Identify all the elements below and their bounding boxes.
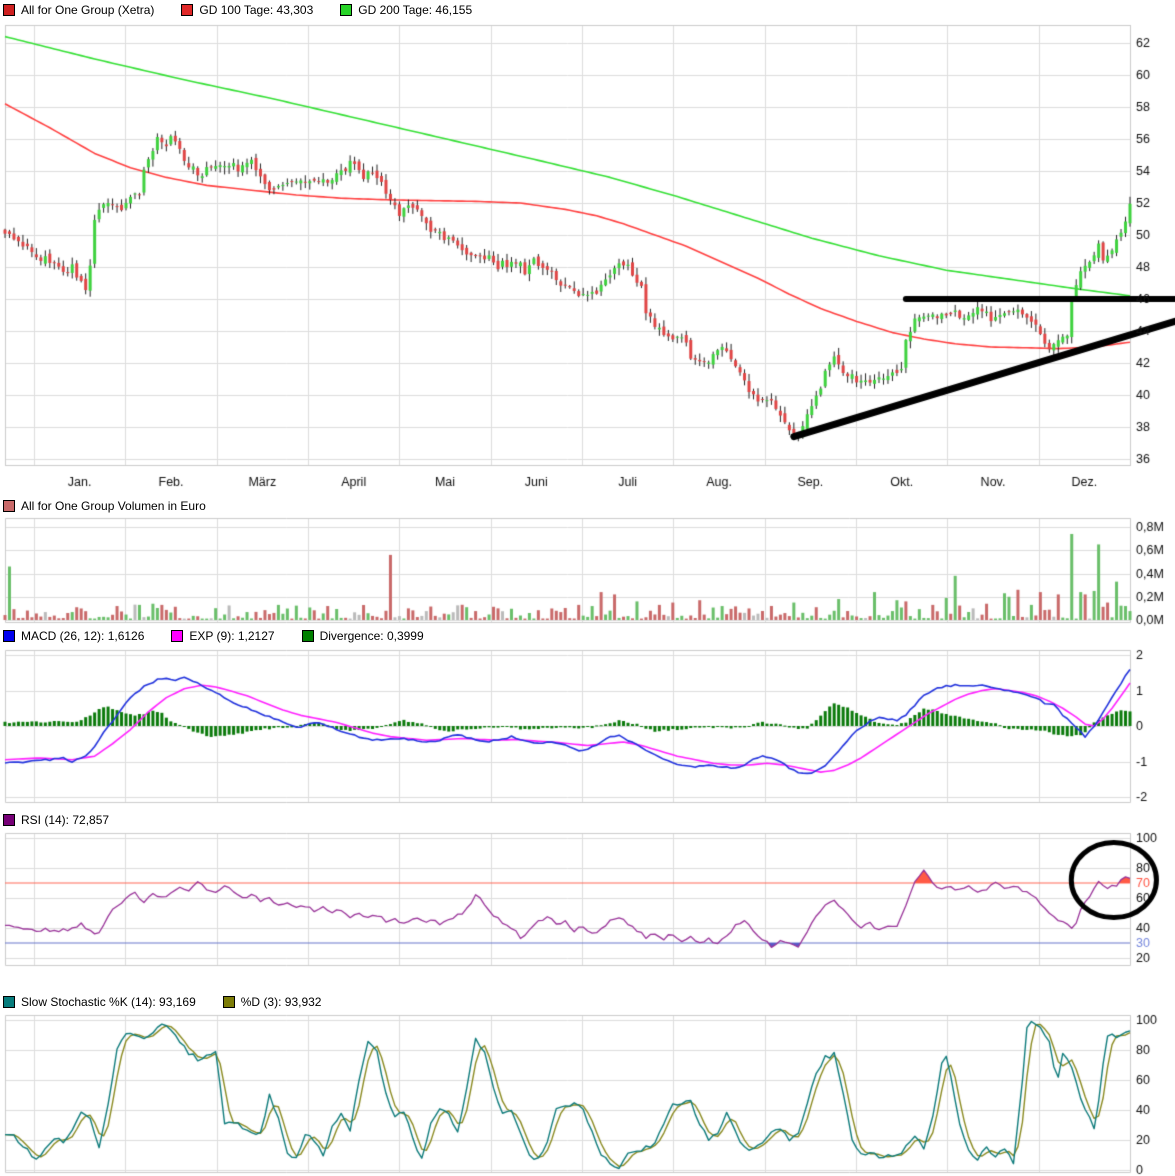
- series-swatch-icon: [3, 996, 15, 1008]
- legend-label: EXP (9): 1,2127: [189, 629, 275, 643]
- legend-item: All for One Group (Xetra): [3, 3, 154, 17]
- series-swatch-icon: [3, 814, 15, 826]
- series-swatch-icon: [340, 4, 353, 16]
- legend-item: All for One Group Volumen in Euro: [3, 499, 206, 513]
- series-swatch-icon: [3, 630, 15, 642]
- stochastic-legend: Slow Stochastic %K (14): 93,169 %D (3): …: [3, 995, 321, 1009]
- legend-label: GD 200 Tage: 46,155: [358, 3, 473, 17]
- series-swatch-icon: [181, 4, 194, 16]
- legend-label: Slow Stochastic %K (14): 93,169: [21, 995, 196, 1009]
- series-swatch-icon: [222, 996, 235, 1008]
- legend-item: MACD (26, 12): 1,6126: [3, 629, 144, 643]
- legend-label: %D (3): 93,932: [240, 995, 322, 1009]
- legend-item: GD 100 Tage: 43,303: [181, 3, 313, 17]
- rsi-legend: RSI (14): 72,857: [3, 813, 109, 827]
- legend-label: MACD (26, 12): 1,6126: [21, 629, 145, 643]
- stock-analysis-chart: All for One Group (Xetra) GD 100 Tage: 4…: [0, 0, 1175, 1176]
- volume-legend: All for One Group Volumen in Euro: [3, 499, 206, 513]
- legend-item: Slow Stochastic %K (14): 93,169: [3, 995, 196, 1009]
- legend-item: %D (3): 93,932: [222, 995, 322, 1009]
- series-swatch-icon: [3, 4, 15, 16]
- price-legend: All for One Group (Xetra) GD 100 Tage: 4…: [3, 3, 472, 17]
- legend-label: RSI (14): 72,857: [21, 813, 110, 827]
- macd-legend: MACD (26, 12): 1,6126 EXP (9): 1,2127 Di…: [3, 629, 424, 643]
- legend-item: GD 200 Tage: 46,155: [340, 3, 472, 17]
- legend-label: All for One Group Volumen in Euro: [21, 499, 206, 513]
- series-swatch-icon: [301, 630, 314, 642]
- legend-label: Divergence: 0,3999: [319, 629, 424, 643]
- series-swatch-icon: [3, 500, 15, 512]
- legend-item: EXP (9): 1,2127: [171, 629, 275, 643]
- legend-label: All for One Group (Xetra): [21, 3, 155, 17]
- series-swatch-icon: [171, 630, 184, 642]
- legend-item: RSI (14): 72,857: [3, 813, 109, 827]
- legend-label: GD 100 Tage: 43,303: [199, 3, 314, 17]
- legend-item: Divergence: 0,3999: [301, 629, 424, 643]
